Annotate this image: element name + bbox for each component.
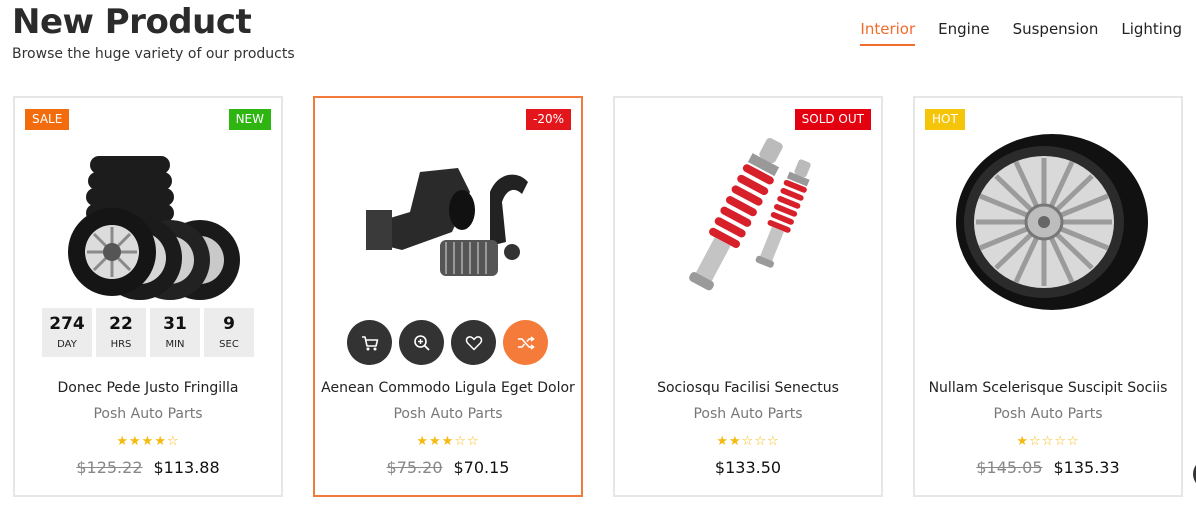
product-card[interactable]: SOLD OUT Sociosqu Facilisi Senectus Posh… xyxy=(613,96,883,497)
star-filled-icon: ★ xyxy=(416,433,430,448)
price-group: $75.20 $70.15 xyxy=(315,458,581,477)
star-empty-icon: ☆ xyxy=(466,433,480,448)
product-image[interactable] xyxy=(340,132,560,312)
star-empty-icon: ☆ xyxy=(1054,433,1067,448)
countdown-value: 9 xyxy=(223,314,235,334)
old-price: $75.20 xyxy=(386,458,443,477)
product-card[interactable]: HOT Nullam Scelerisque Suscipit Sociis P… xyxy=(913,96,1183,497)
compare-button[interactable] xyxy=(503,320,548,365)
countdown-hours: 22 HRS xyxy=(96,308,146,357)
countdown-timer: 274 DAY 22 HRS 31 MIN 9 SEC xyxy=(42,308,254,357)
product-card[interactable]: -20% Aenean Commodo Ligula Eget Dolor Po… xyxy=(313,96,583,497)
star-filled-icon: ★ xyxy=(141,433,155,448)
star-filled-icon: ★ xyxy=(729,433,742,448)
current-price: $133.50 xyxy=(714,458,782,477)
cart-icon xyxy=(361,335,378,350)
product-name[interactable]: Nullam Scelerisque Suscipit Sociis xyxy=(915,380,1181,396)
rating-stars: ★★☆☆☆ xyxy=(615,433,881,449)
product-brand[interactable]: Posh Auto Parts xyxy=(315,406,581,422)
sale-badge: SALE xyxy=(25,109,70,130)
star-empty-icon: ☆ xyxy=(741,433,755,448)
current-price: $135.33 xyxy=(1053,458,1120,477)
countdown-unit: SEC xyxy=(219,339,239,350)
star-empty-icon: ☆ xyxy=(766,433,780,448)
product-brand[interactable]: Posh Auto Parts xyxy=(915,406,1181,422)
product-name[interactable]: Aenean Commodo Ligula Eget Dolor xyxy=(315,380,581,396)
star-filled-icon: ★ xyxy=(116,433,130,448)
add-to-cart-button[interactable] xyxy=(347,320,392,365)
price-group: $133.50 xyxy=(615,458,881,477)
quick-view-button[interactable] xyxy=(399,320,444,365)
star-empty-icon: ☆ xyxy=(166,433,180,448)
zoom-icon xyxy=(413,334,430,351)
product-brand[interactable]: Posh Auto Parts xyxy=(15,406,281,422)
discount-badge: -20% xyxy=(525,109,571,130)
star-filled-icon: ★ xyxy=(429,433,442,448)
product-card[interactable]: SALE NEW 274 DAY 22 HRS 31 MIN 9 SEC Don… xyxy=(13,96,283,497)
star-filled-icon: ★ xyxy=(154,433,167,448)
star-filled-icon: ★ xyxy=(129,433,142,448)
star-filled-icon: ★ xyxy=(1016,433,1030,448)
countdown-days: 274 DAY xyxy=(42,308,92,357)
countdown-unit: HRS xyxy=(110,339,132,350)
tab-engine[interactable]: Engine xyxy=(938,20,989,46)
star-empty-icon: ☆ xyxy=(754,433,767,448)
current-price: $113.88 xyxy=(153,458,220,477)
rating-stars: ★★★★☆ xyxy=(15,433,281,449)
rating-stars: ★☆☆☆☆ xyxy=(915,433,1181,449)
countdown-unit: DAY xyxy=(57,339,77,350)
wishlist-button[interactable] xyxy=(451,320,496,365)
hot-badge: HOT xyxy=(925,109,965,130)
countdown-unit: MIN xyxy=(165,339,185,350)
product-image[interactable] xyxy=(940,132,1160,312)
tab-suspension[interactable]: Suspension xyxy=(1013,20,1099,46)
product-image[interactable] xyxy=(640,132,860,312)
countdown-value: 274 xyxy=(49,314,85,334)
rating-stars: ★★★☆☆ xyxy=(315,433,581,449)
price-group: $125.22 $113.88 xyxy=(15,458,281,477)
old-price: $125.22 xyxy=(76,458,143,477)
product-name[interactable]: Donec Pede Justo Fringilla xyxy=(15,380,281,396)
category-tabs: Interior Engine Suspension Lighting xyxy=(860,20,1182,46)
product-image[interactable] xyxy=(40,132,260,312)
star-empty-icon: ☆ xyxy=(1029,433,1042,448)
shuffle-icon xyxy=(517,335,535,350)
product-brand[interactable]: Posh Auto Parts xyxy=(615,406,881,422)
star-empty-icon: ☆ xyxy=(454,433,467,448)
product-name[interactable]: Sociosqu Facilisi Senectus xyxy=(615,380,881,396)
countdown-value: 31 xyxy=(163,314,187,334)
quick-actions xyxy=(347,320,548,365)
star-filled-icon: ★ xyxy=(716,433,730,448)
old-price: $145.05 xyxy=(976,458,1043,477)
section-title: New Product xyxy=(12,2,252,42)
countdown-seconds: 9 SEC xyxy=(204,308,254,357)
current-price: $70.15 xyxy=(453,458,510,477)
section-subtitle: Browse the huge variety of our products xyxy=(12,46,295,62)
tab-lighting[interactable]: Lighting xyxy=(1121,20,1182,46)
star-filled-icon: ★ xyxy=(441,433,455,448)
price-group: $145.05 $135.33 xyxy=(915,458,1181,477)
tab-interior[interactable]: Interior xyxy=(860,20,916,46)
heart-icon xyxy=(465,335,482,350)
new-badge: NEW xyxy=(228,109,271,130)
sold-out-badge: SOLD OUT xyxy=(794,109,871,130)
countdown-value: 22 xyxy=(109,314,133,334)
star-empty-icon: ☆ xyxy=(1041,433,1055,448)
star-empty-icon: ☆ xyxy=(1066,433,1080,448)
countdown-minutes: 31 MIN xyxy=(150,308,200,357)
